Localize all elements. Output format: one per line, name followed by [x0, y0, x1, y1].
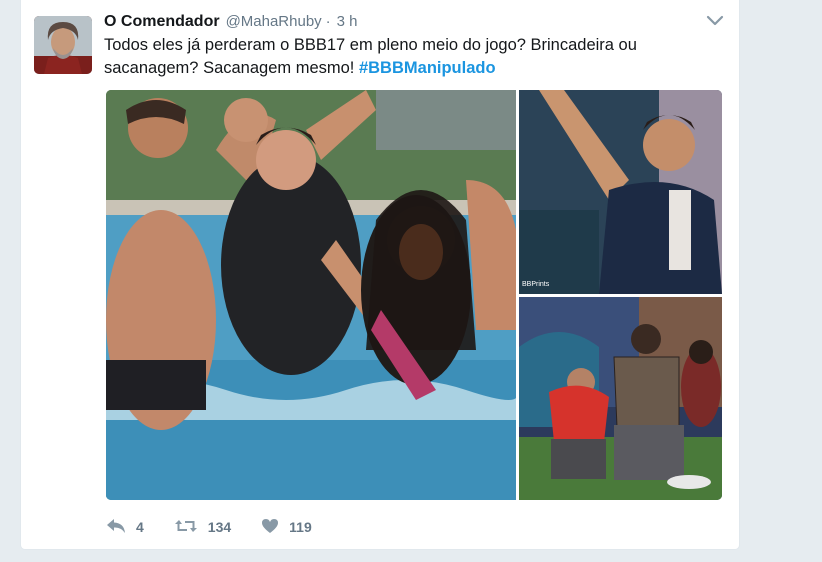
avatar[interactable]	[34, 16, 92, 74]
retweet-count: 134	[207, 519, 232, 535]
photo-kneeling[interactable]	[519, 297, 722, 500]
like-count: 119	[289, 519, 312, 535]
photo-arm-raised[interactable]: BBPrints	[519, 90, 722, 294]
photo-pool[interactable]	[106, 90, 516, 500]
reply-count: 4	[136, 519, 144, 535]
tweet-header: O Comendador @MahaRhuby · 3 h	[104, 13, 358, 35]
like-button[interactable]: 119	[261, 518, 312, 537]
retweet-icon	[174, 518, 208, 537]
media-grid: BBPrints	[106, 90, 722, 500]
tweet-actions: 4 134 119	[106, 514, 342, 540]
timestamp[interactable]: 3 h	[337, 13, 358, 30]
reply-button[interactable]: 4	[106, 518, 144, 537]
retweet-button[interactable]: 134	[174, 518, 231, 537]
author-name[interactable]: O Comendador	[104, 13, 220, 31]
separator: ·	[325, 13, 331, 30]
hashtag-link[interactable]: #BBBManipulado	[359, 59, 496, 77]
heart-icon	[261, 518, 289, 537]
photo-watermark: BBPrints	[522, 281, 550, 288]
chevron-down-icon[interactable]	[706, 14, 724, 28]
reply-icon	[106, 518, 136, 537]
tweet-text: Todos eles já perderam o BBB17 em pleno …	[104, 34, 684, 80]
author-handle[interactable]: @MahaRhuby	[226, 13, 322, 30]
